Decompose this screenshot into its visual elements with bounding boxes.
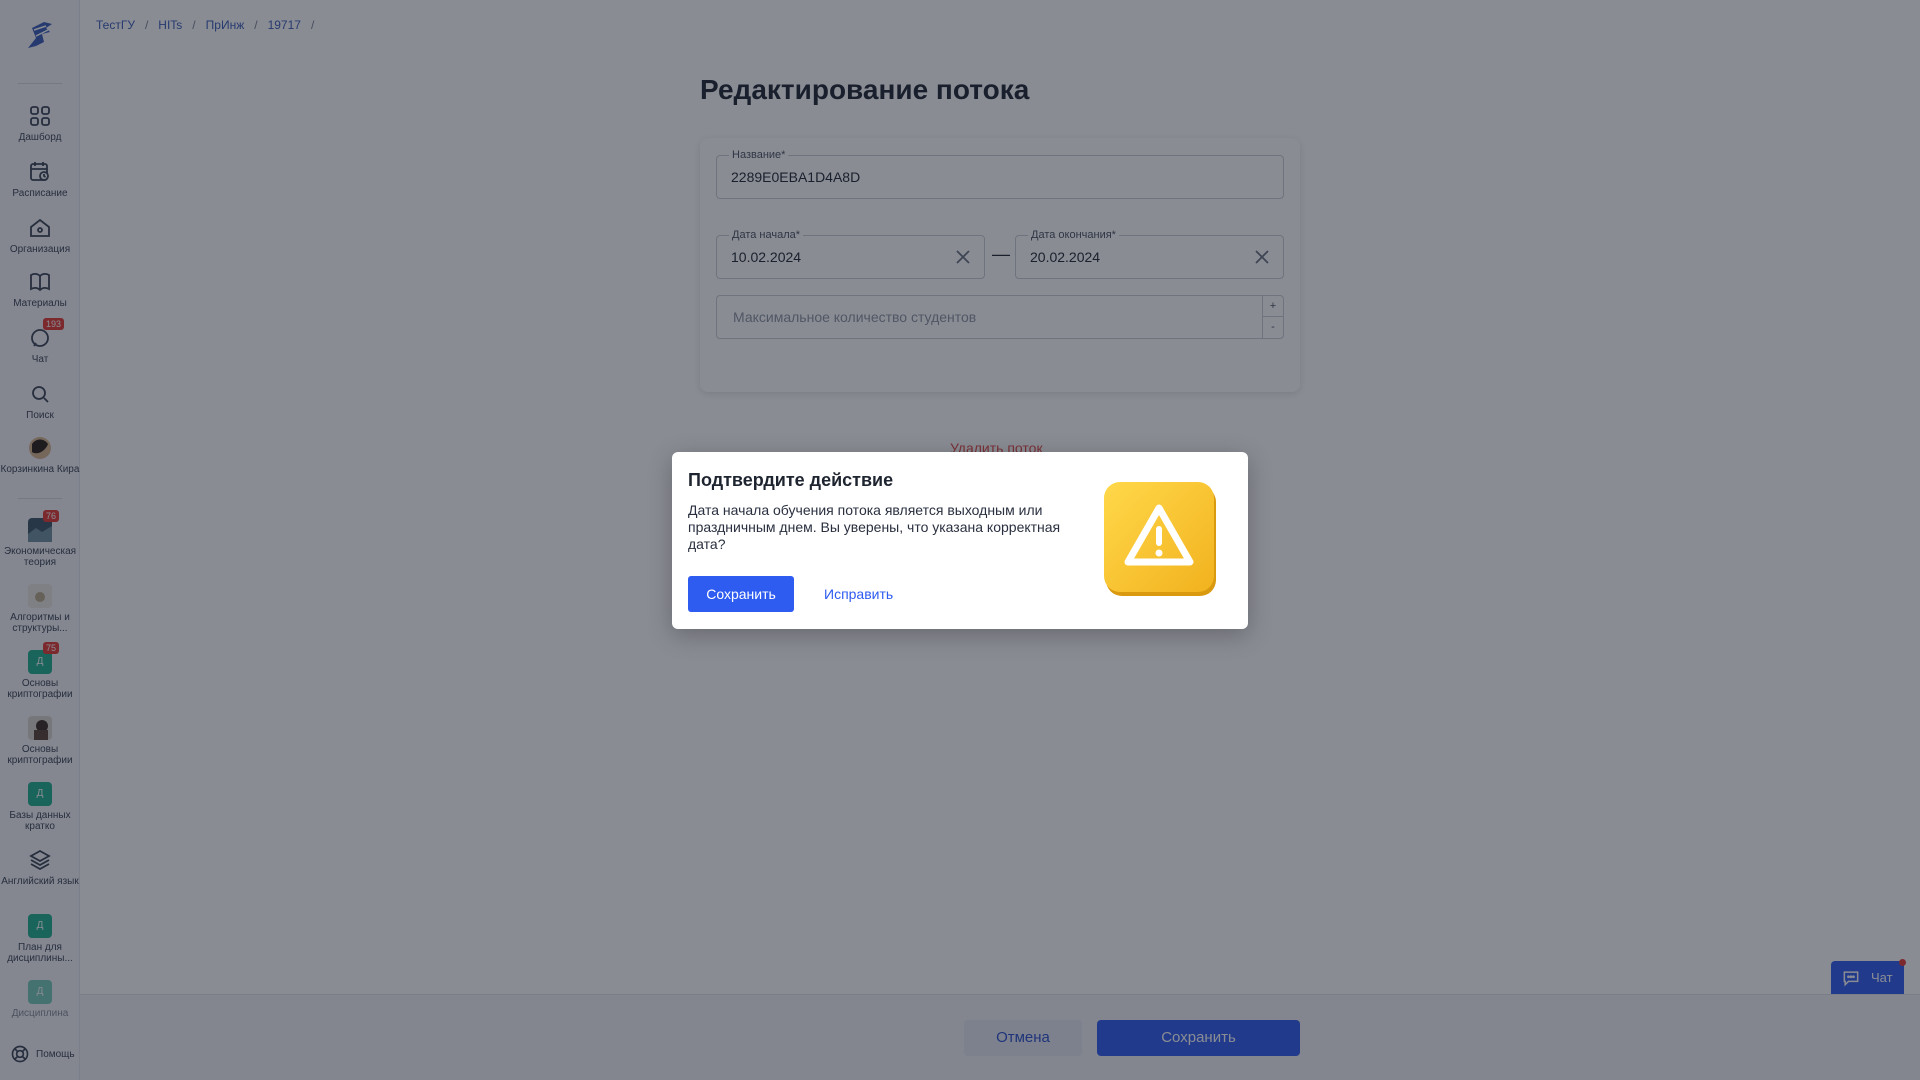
confirm-dialog: Подтвердите действие Дата начала обучени…	[672, 452, 1248, 629]
dialog-message: Дата начала обучения потока является вых…	[688, 502, 1061, 552]
dialog-save-button[interactable]: Сохранить	[688, 576, 794, 612]
dialog-fix-button[interactable]: Исправить	[824, 586, 893, 602]
warning-icon	[1104, 482, 1216, 596]
dialog-title: Подтвердите действие	[688, 470, 894, 490]
